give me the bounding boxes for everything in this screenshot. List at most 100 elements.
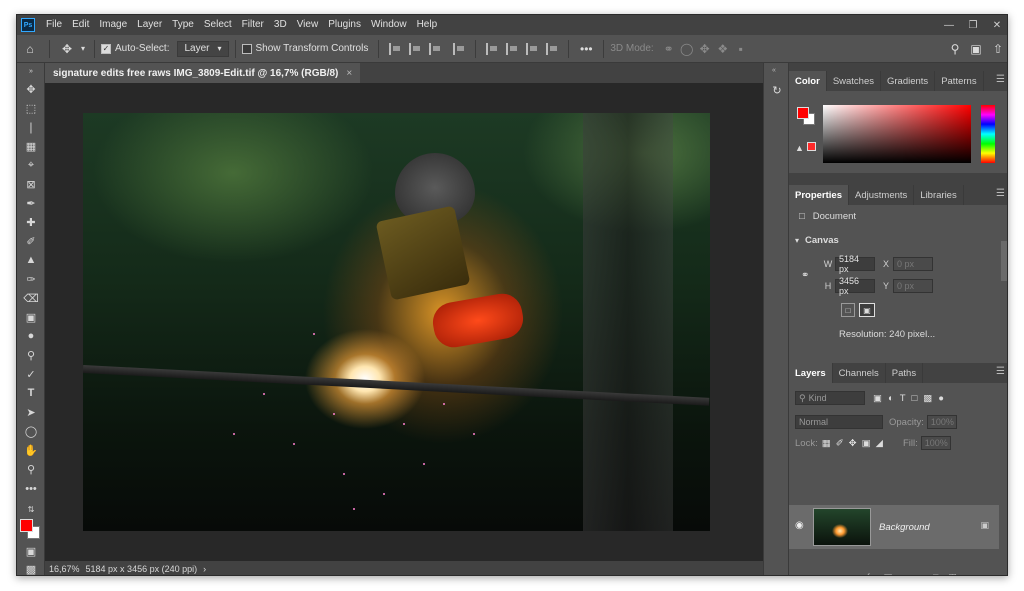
lock-all-icon[interactable]: ◢ (876, 438, 883, 449)
kind-filter-dropdown[interactable]: ⚲ Kind (795, 391, 865, 405)
menu-plugins[interactable]: Plugins (323, 15, 366, 35)
filter-type-icon[interactable]: T (900, 393, 906, 404)
menu-type[interactable]: Type (167, 15, 199, 35)
gradient-tool-icon[interactable]: ▣ (22, 309, 40, 325)
type-tool-icon[interactable]: T (22, 385, 40, 401)
link-icon[interactable]: ⚭ (849, 572, 857, 576)
panel-menu-icon[interactable]: ☰ (996, 74, 1005, 85)
filter-adjustment-icon[interactable]: ◐ (888, 393, 894, 404)
screen-mode-icon[interactable]: ▩ (22, 561, 40, 576)
align-left-icon[interactable] (389, 42, 401, 55)
more-tools-icon[interactable]: ••• (22, 481, 40, 497)
eyedropper-tool-icon[interactable]: ✒ (22, 195, 40, 211)
minimize-icon[interactable]: — (943, 19, 955, 31)
history-panel-icon[interactable]: ↻ (770, 83, 784, 97)
visibility-eye-icon[interactable]: ◉ (795, 520, 804, 531)
home-icon[interactable]: ⌂ (17, 42, 43, 56)
tab-gradients[interactable]: Gradients (881, 71, 936, 91)
gamut-color-swatch[interactable] (807, 142, 816, 151)
tab-paths[interactable]: Paths (886, 363, 924, 383)
align-center-icon[interactable] (409, 42, 421, 55)
close-icon[interactable]: × (346, 68, 352, 79)
zoom-tool-icon[interactable]: ⚲ (22, 461, 40, 477)
chevron-right-icon[interactable]: › (203, 564, 206, 574)
distribute-icon[interactable] (453, 42, 465, 55)
menu-image[interactable]: Image (94, 15, 132, 35)
document-image[interactable] (83, 113, 710, 531)
close-icon[interactable]: ✕ (991, 19, 1003, 31)
layer-row[interactable]: ◉ Background ▣ (789, 505, 999, 549)
lasso-tool-icon[interactable]: ❘ (22, 119, 40, 135)
tab-channels[interactable]: Channels (833, 363, 886, 383)
more-options-icon[interactable]: ••• (575, 42, 597, 56)
align-middle-icon[interactable] (506, 42, 518, 55)
ellipse-tool-icon[interactable]: ◯ (22, 423, 40, 439)
pen-tool-icon[interactable]: ✓ (22, 366, 40, 382)
fill-field[interactable]: 100% (920, 436, 951, 450)
align-top-icon[interactable] (486, 42, 498, 55)
canvas-area[interactable] (45, 83, 763, 561)
menu-select[interactable]: Select (199, 15, 237, 35)
menu-3d[interactable]: 3D (269, 15, 292, 35)
group-icon[interactable]: ■ (918, 572, 923, 575)
eraser-tool-icon[interactable]: ⌫ (22, 290, 40, 306)
mask-icon[interactable]: ▣ (884, 572, 893, 576)
fx-icon[interactable]: fx (867, 572, 874, 575)
landscape-icon[interactable]: ▣ (859, 303, 875, 317)
document-tab[interactable]: signature edits free raws IMG_3809-Edit.… (45, 63, 361, 83)
menu-filter[interactable]: Filter (237, 15, 269, 35)
align-right-icon[interactable] (429, 42, 441, 55)
align-bottom-icon[interactable] (526, 42, 538, 55)
saturation-picker[interactable] (823, 105, 971, 163)
workspace-icon[interactable]: ▣ (965, 42, 987, 56)
lock-pixels-icon[interactable]: ✐ (836, 438, 844, 449)
blur-tool-icon[interactable]: ● (22, 328, 40, 344)
distribute-vertical-icon[interactable] (546, 42, 558, 55)
healing-brush-tool-icon[interactable]: ✚ (22, 214, 40, 230)
width-field[interactable]: 5184 px (835, 254, 875, 274)
menu-layer[interactable]: Layer (132, 15, 167, 35)
menu-window[interactable]: Window (366, 15, 412, 35)
lock-position-icon[interactable]: ✥ (849, 438, 857, 449)
path-select-tool-icon[interactable]: ➤ (22, 404, 40, 420)
tab-swatches[interactable]: Swatches (827, 71, 881, 91)
auto-select-dropdown[interactable]: Layer ▾ (177, 40, 229, 57)
opacity-field[interactable]: 100% (926, 415, 957, 429)
swap-colors-icon[interactable]: ⇅ (22, 501, 40, 517)
dodge-tool-icon[interactable]: ⚲ (22, 347, 40, 363)
height-field[interactable]: 3456 px (835, 276, 875, 296)
hand-tool-icon[interactable]: ✋ (22, 442, 40, 458)
scrollbar[interactable] (1001, 241, 1007, 281)
collapse-chevron-icon[interactable]: « (772, 67, 776, 74)
lock-artboard-icon[interactable]: ▣ (862, 438, 871, 449)
menu-help[interactable]: Help (412, 15, 443, 35)
hue-slider[interactable] (981, 105, 995, 163)
filter-toggle-icon[interactable]: ● (938, 393, 944, 404)
restore-icon[interactable]: ❐ (967, 19, 979, 31)
auto-select-checkbox[interactable]: ✓ (101, 43, 111, 54)
filter-smart-icon[interactable]: ▩ (923, 393, 932, 404)
canvas-section[interactable]: ▾ Canvas (789, 235, 1007, 246)
tab-layers[interactable]: Layers (789, 363, 833, 383)
trash-icon[interactable]: ◫ (948, 572, 957, 576)
frame-tool-icon[interactable]: ⊠ (22, 176, 40, 192)
chevron-down-icon[interactable]: ▾ (78, 44, 88, 53)
new-layer-icon[interactable]: □ (933, 572, 938, 575)
zoom-level[interactable]: 16,67% (49, 564, 80, 574)
object-select-tool-icon[interactable]: ▦ (22, 138, 40, 154)
layer-name[interactable]: Background (879, 522, 930, 533)
share-icon[interactable]: ⇧ (987, 42, 1007, 56)
marquee-tool-icon[interactable]: ⬚ (22, 100, 40, 116)
lock-transparent-icon[interactable]: ▦ (822, 438, 831, 449)
panel-menu-icon[interactable]: ☰ (996, 366, 1005, 377)
menu-view[interactable]: View (292, 15, 324, 35)
clone-stamp-tool-icon[interactable]: ▲ (22, 252, 40, 268)
portrait-icon[interactable]: □ (841, 303, 855, 317)
foreground-color-swatch[interactable] (797, 107, 809, 119)
menu-edit[interactable]: Edit (67, 15, 94, 35)
move-tool-icon[interactable]: ✥ (22, 81, 40, 97)
tab-properties[interactable]: Properties (789, 185, 849, 205)
filter-pixel-icon[interactable]: ▣ (873, 393, 882, 404)
foreground-color-swatch[interactable] (20, 519, 33, 532)
tab-color[interactable]: Color (789, 71, 827, 91)
